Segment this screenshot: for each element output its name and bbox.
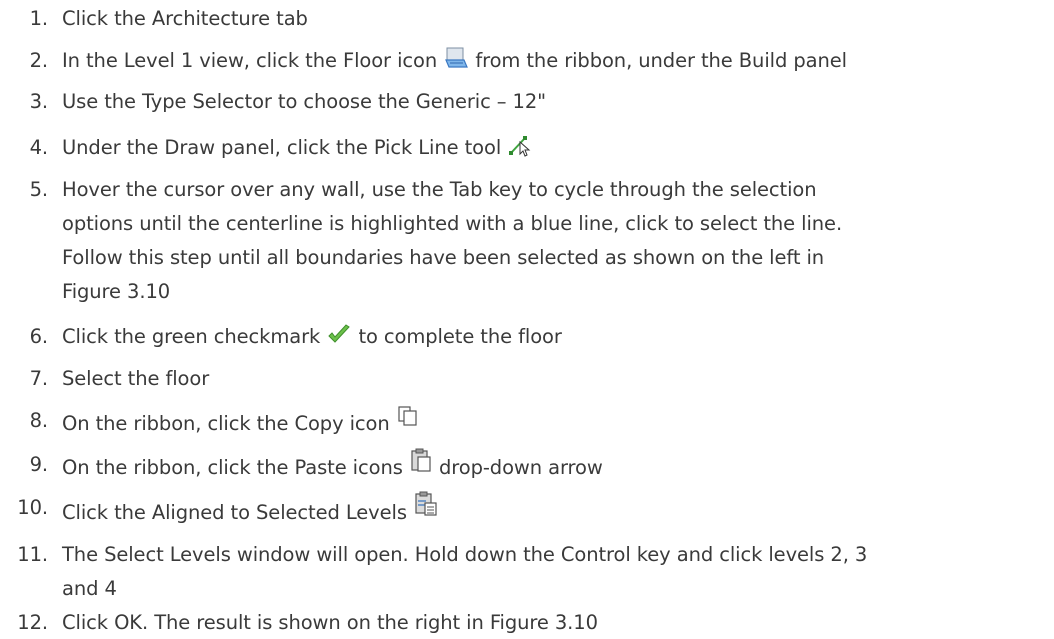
step-number: 5. (29, 178, 49, 201)
step-number: 3. (29, 90, 49, 113)
step-number: 12. (17, 611, 48, 634)
step-text: Figure 3.10 (62, 280, 171, 303)
step-text: to complete the floor (358, 325, 562, 348)
aligned-levels-icon (414, 491, 438, 527)
step-number: 11. (17, 543, 48, 566)
step-text: from the ribbon, under the Build panel (475, 49, 847, 72)
step-text: Click the Architecture tab (62, 7, 308, 30)
step-text: In the Level 1 view, click the Floor ico… (62, 49, 438, 72)
step-text: Click OK. The result is shown on the rig… (62, 611, 598, 634)
step-number: 6. (29, 325, 49, 348)
pick-line-icon (508, 133, 532, 167)
step-number: 4. (29, 136, 49, 159)
step-text: The Select Levels window will open. Hold… (62, 543, 868, 566)
step-text: Hover the cursor over any wall, use the … (62, 178, 817, 201)
step-text: Click the Aligned to Selected Levels (62, 501, 407, 524)
checkmark-icon (327, 323, 351, 356)
paste-icon (410, 448, 432, 482)
step-text: On the ribbon, click the Copy icon (62, 412, 390, 435)
step-number: 9. (29, 453, 49, 476)
step-number: 10. (17, 496, 48, 519)
step-text: Follow this step until all boundaries ha… (62, 246, 825, 269)
step-number: 2. (29, 49, 49, 72)
copy-icon (397, 404, 419, 437)
step-text: Click the green checkmark (62, 325, 321, 348)
step-text: Use the Type Selector to choose the Gene… (62, 90, 547, 113)
step-text: drop-down arrow (439, 456, 603, 479)
step-text: and 4 (62, 577, 117, 600)
step-text: Select the floor (62, 367, 210, 390)
step-text: Under the Draw panel, click the Pick Lin… (62, 136, 502, 159)
step-text: options until the centerline is highligh… (62, 212, 843, 235)
step-number: 8. (29, 409, 49, 432)
floor-icon (444, 46, 469, 80)
instruction-list: 1. Click the Architecture tab 2. In the … (0, 0, 1054, 634)
step-number: 7. (29, 367, 49, 390)
step-text: On the ribbon, click the Paste icons (62, 456, 403, 479)
step-number: 1. (29, 7, 49, 30)
